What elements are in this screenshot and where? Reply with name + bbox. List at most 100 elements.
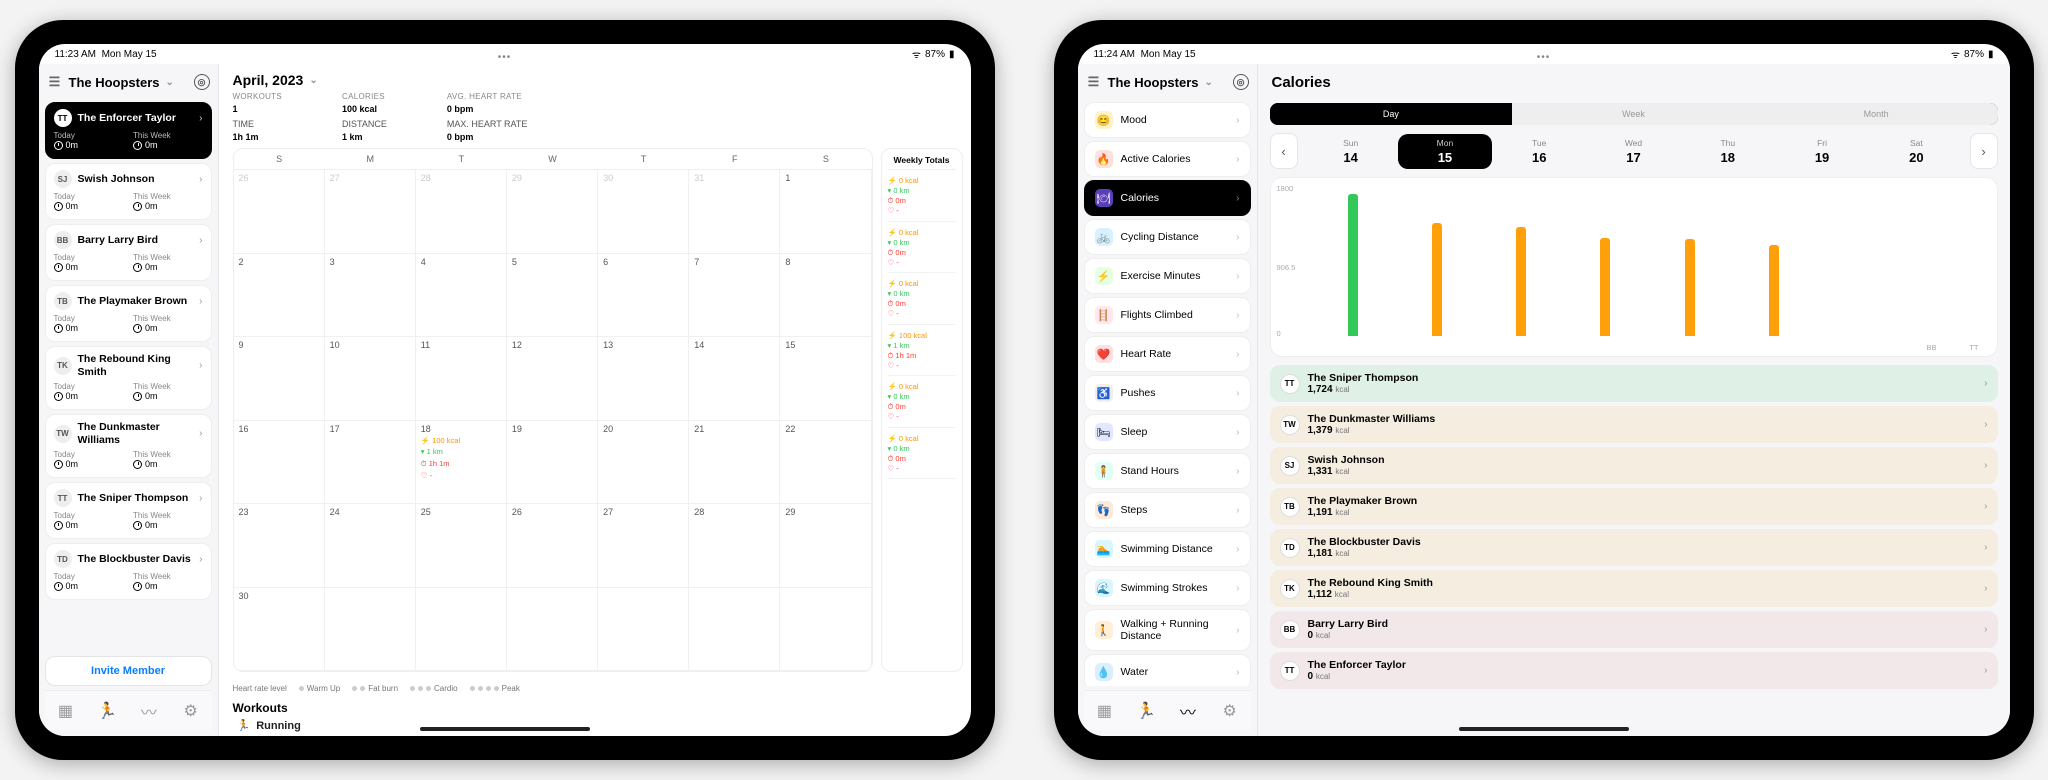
calendar-cell[interactable]: 6 xyxy=(598,254,689,338)
calendar-cell[interactable]: 18⚡ 100 kcal▾ 1 km⏱ 1h 1m♡ - xyxy=(416,421,507,505)
calendar-cell[interactable]: 27 xyxy=(325,170,416,254)
segmented-control[interactable]: DayWeekMonth xyxy=(1270,103,1998,125)
tab-workouts-icon[interactable]: 🏃 xyxy=(1136,701,1156,721)
calendar-cell[interactable]: 5 xyxy=(507,254,598,338)
athlete-card[interactable]: TD The Blockbuster Davis › Today0m This … xyxy=(45,543,212,600)
multitask-dots[interactable]: ••• xyxy=(498,52,512,63)
privacy-icon[interactable]: ◎ xyxy=(194,74,210,90)
rank-item[interactable]: TB The Playmaker Brown 1,191 kcal › xyxy=(1270,488,1998,525)
metric-item[interactable]: 🪜 Flights Climbed › xyxy=(1084,297,1251,333)
tab-settings-icon[interactable]: ⚙ xyxy=(1220,701,1240,721)
rank-item[interactable]: SJ Swish Johnson 1,331 kcal › xyxy=(1270,447,1998,484)
tab-workouts-icon[interactable]: 🏃 xyxy=(97,701,117,721)
tab-trends-icon[interactable]: 〰 xyxy=(139,701,159,721)
calendar-cell[interactable]: 22 xyxy=(780,421,871,505)
athlete-card[interactable]: BB Barry Larry Bird › Today0m This Week0… xyxy=(45,224,212,281)
calendar-cell[interactable]: 26 xyxy=(234,170,325,254)
home-indicator[interactable] xyxy=(1459,727,1629,731)
metric-item[interactable]: 🚲 Cycling Distance › xyxy=(1084,219,1251,255)
metric-item[interactable]: 🍽 Calories › xyxy=(1084,180,1251,216)
calendar-cell[interactable]: 10 xyxy=(325,337,416,421)
calendar-cell[interactable] xyxy=(507,588,598,672)
day-chip[interactable]: Thu18 xyxy=(1681,134,1775,169)
calendar-cell[interactable] xyxy=(416,588,507,672)
calendar-cell[interactable]: 24 xyxy=(325,504,416,588)
day-chip[interactable]: Wed17 xyxy=(1586,134,1680,169)
team-selector[interactable]: ☰ The Hoopsters ⌄ ◎ xyxy=(1084,70,1251,98)
segment-month[interactable]: Month xyxy=(1755,103,1998,125)
tab-settings-icon[interactable]: ⚙ xyxy=(181,701,201,721)
sidebar-toggle-icon[interactable]: ☰ xyxy=(1086,74,1102,90)
calendar-cell[interactable]: 17 xyxy=(325,421,416,505)
calendar-cell[interactable] xyxy=(780,588,871,672)
tab-trends-icon[interactable]: 〰 xyxy=(1178,701,1198,721)
day-chip[interactable]: Fri19 xyxy=(1775,134,1869,169)
calendar-cell[interactable]: 21 xyxy=(689,421,780,505)
calendar-cell[interactable]: 4 xyxy=(416,254,507,338)
metric-item[interactable]: 🏊 Swimming Distance › xyxy=(1084,531,1251,567)
invite-member-button[interactable]: Invite Member xyxy=(45,656,212,686)
calendar-cell[interactable]: 27 xyxy=(598,504,689,588)
day-chip[interactable]: Sun14 xyxy=(1304,134,1398,169)
calendar-cell[interactable]: 30 xyxy=(234,588,325,672)
next-day-button[interactable]: › xyxy=(1970,133,1998,169)
calendar-cell[interactable]: 12 xyxy=(507,337,598,421)
calendar-cell[interactable] xyxy=(689,588,780,672)
athlete-card[interactable]: SJ Swish Johnson › Today0m This Week0m xyxy=(45,163,212,220)
rank-item[interactable]: TT The Sniper Thompson 1,724 kcal › xyxy=(1270,365,1998,402)
athlete-card[interactable]: TB The Playmaker Brown › Today0m This We… xyxy=(45,285,212,342)
calendar-cell[interactable]: 8 xyxy=(780,254,871,338)
metric-item[interactable]: 🧍 Stand Hours › xyxy=(1084,453,1251,489)
prev-day-button[interactable]: ‹ xyxy=(1270,133,1298,169)
calendar-cell[interactable]: 11 xyxy=(416,337,507,421)
metric-item[interactable]: ⚡ Exercise Minutes › xyxy=(1084,258,1251,294)
athlete-card[interactable]: TT The Enforcer Taylor › Today0m This We… xyxy=(45,102,212,159)
segment-day[interactable]: Day xyxy=(1270,103,1513,125)
workout-item[interactable]: 🏃Running xyxy=(219,715,971,736)
calendar-cell[interactable] xyxy=(598,588,689,672)
athlete-card[interactable]: TW The Dunkmaster Williams › Today0m Thi… xyxy=(45,414,212,478)
athlete-card[interactable]: TK The Rebound King Smith › Today0m This… xyxy=(45,346,212,410)
tab-dashboard-icon[interactable]: ▦ xyxy=(55,701,75,721)
calendar-cell[interactable]: 28 xyxy=(416,170,507,254)
calendar-cell[interactable]: 25 xyxy=(416,504,507,588)
home-indicator[interactable] xyxy=(420,727,590,731)
metric-item[interactable]: ❤️ Heart Rate › xyxy=(1084,336,1251,372)
calendar-cell[interactable] xyxy=(325,588,416,672)
rank-item[interactable]: TD The Blockbuster Davis 1,181 kcal › xyxy=(1270,529,1998,566)
calendar-cell[interactable]: 29 xyxy=(507,170,598,254)
day-chip[interactable]: Mon15 xyxy=(1398,134,1492,169)
multitask-dots[interactable]: ••• xyxy=(1537,52,1551,63)
athlete-card[interactable]: TT The Sniper Thompson › Today0m This We… xyxy=(45,482,212,539)
team-selector[interactable]: ☰ The Hoopsters ⌄ ◎ xyxy=(45,70,212,98)
metric-item[interactable]: 🛏 Sleep › xyxy=(1084,414,1251,450)
calendar-cell[interactable]: 20 xyxy=(598,421,689,505)
calendar-cell[interactable]: 13 xyxy=(598,337,689,421)
calendar-cell[interactable]: 19 xyxy=(507,421,598,505)
calendar-cell[interactable]: 14 xyxy=(689,337,780,421)
metric-item[interactable]: 😊 Mood › xyxy=(1084,102,1251,138)
calendar-cell[interactable]: 30 xyxy=(598,170,689,254)
calendar-cell[interactable]: 3 xyxy=(325,254,416,338)
metric-item[interactable]: 👣 Steps › xyxy=(1084,492,1251,528)
calendar-cell[interactable]: 2 xyxy=(234,254,325,338)
rank-item[interactable]: BB Barry Larry Bird 0 kcal › xyxy=(1270,611,1998,648)
metric-item[interactable]: 🔥 Active Calories › xyxy=(1084,141,1251,177)
metric-item[interactable]: 🚶 Walking + Running Distance › xyxy=(1084,609,1251,651)
tab-dashboard-icon[interactable]: ▦ xyxy=(1094,701,1114,721)
rank-item[interactable]: TT The Enforcer Taylor 0 kcal › xyxy=(1270,652,1998,689)
calendar-cell[interactable]: 9 xyxy=(234,337,325,421)
rank-item[interactable]: TW The Dunkmaster Williams 1,379 kcal › xyxy=(1270,406,1998,443)
calendar-cell[interactable]: 28 xyxy=(689,504,780,588)
calendar-cell[interactable]: 26 xyxy=(507,504,598,588)
calendar-cell[interactable]: 31 xyxy=(689,170,780,254)
rank-item[interactable]: TK The Rebound King Smith 1,112 kcal › xyxy=(1270,570,1998,607)
month-selector[interactable]: April, 2023 ⌄ xyxy=(219,64,971,92)
calendar-cell[interactable]: 7 xyxy=(689,254,780,338)
calendar-cell[interactable]: 15 xyxy=(780,337,871,421)
calendar-cell[interactable]: 23 xyxy=(234,504,325,588)
calendar-cell[interactable]: 16 xyxy=(234,421,325,505)
sidebar-toggle-icon[interactable]: ☰ xyxy=(47,74,63,90)
calendar-cell[interactable]: 29 xyxy=(780,504,871,588)
day-chip[interactable]: Tue16 xyxy=(1492,134,1586,169)
